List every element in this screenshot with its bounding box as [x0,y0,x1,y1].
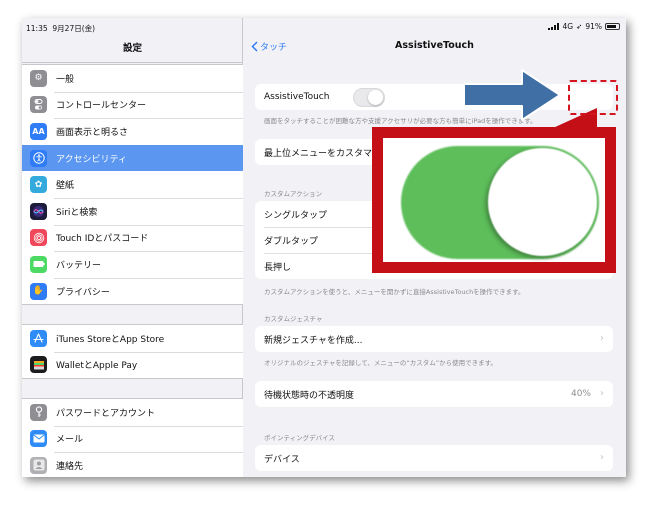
toggle-highlight-box [568,80,618,115]
zoomed-toggle-knob [488,148,597,256]
arrow-right-icon [463,69,561,121]
zoomed-toggle-panel [383,138,605,262]
zoomed-toggle-callout [372,127,616,273]
